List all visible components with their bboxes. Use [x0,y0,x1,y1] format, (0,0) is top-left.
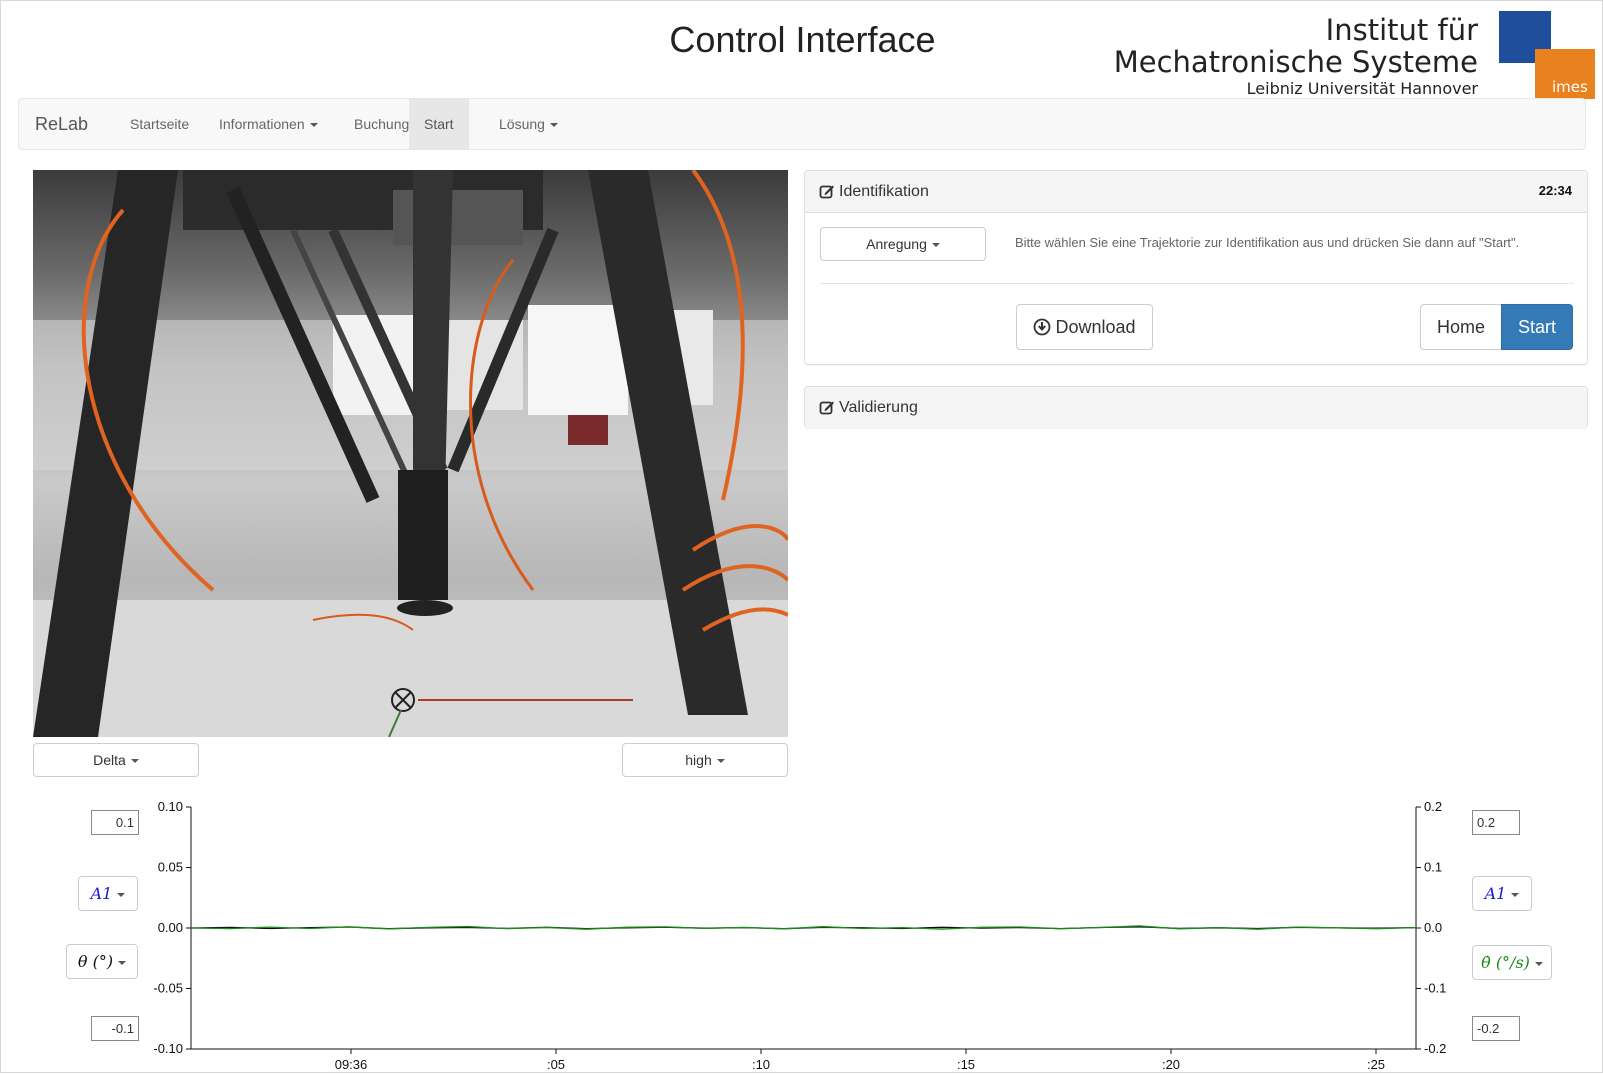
download-circle-icon [1034,318,1051,336]
left-joint-label: A1 [90,884,113,903]
navbar: ReLab Startseite Informationen Buchung S… [18,98,1586,150]
robot-select-dropdown[interactable]: Delta [33,743,199,777]
identification-panel: Identifikation 22:34 Anregung Bitte wähl… [804,170,1588,365]
logo-line-2: Mechatronische Systeme [1113,45,1478,79]
x-tick-label: :15 [957,1057,975,1072]
caret-down-icon [1534,961,1543,966]
home-button[interactable]: Home [1420,304,1502,350]
identification-panel-title: Identifikation [839,183,929,200]
excitation-select-dropdown[interactable]: Anregung [820,227,986,261]
home-label: Home [1436,317,1485,337]
excitation-select-label: Anregung [866,236,927,252]
right-joint-label: A1 [1484,884,1507,903]
left-axis-max-input[interactable]: 0.1 [91,810,139,835]
left-axis-min-input[interactable]: -0.1 [91,1016,139,1041]
caret-down-icon [1511,892,1520,897]
edit-icon [819,185,834,199]
left-tick-label: 0.00 [158,920,183,935]
left-tick-label: 0.05 [158,860,183,875]
logo-line-1: Institut für [1325,13,1478,47]
quality-select-label: high [685,752,712,768]
caret-down-icon [117,892,126,897]
validation-panel-heading[interactable]: Validierung [805,387,1587,429]
left-joint-select[interactable]: A1 [78,876,138,911]
download-button[interactable]: Download [1016,304,1153,350]
nav-item-label: Startseite [130,116,190,132]
x-tick-label: :05 [547,1057,565,1072]
left-quantity-select[interactable]: θ (°) [66,944,138,979]
caret-down-icon [309,123,318,128]
camera-stream [33,170,788,737]
robot-select-label: Delta [93,752,126,768]
x-tick-label: :20 [1162,1057,1180,1072]
panel-divider [820,283,1574,284]
caret-down-icon [716,759,725,764]
right-quantity-select[interactable]: θ̇ (°/s) [1472,945,1552,980]
right-axis-max-input[interactable]: 0.2 [1472,810,1520,835]
validation-panel-title: Validierung [839,399,918,416]
x-tick-label: 09:36 [335,1057,368,1072]
camera-frame-image [33,170,788,737]
series-line-1 [190,925,1417,930]
nav-item-startseite[interactable]: Startseite [115,99,204,149]
caret-down-icon [931,243,940,248]
caret-down-icon [130,759,139,764]
right-tick-label: 0.1 [1424,860,1442,875]
nav-item-label: Lösung [499,116,545,132]
left-quantity-label: θ (°) [77,952,114,971]
start-button[interactable]: Start [1501,304,1573,350]
right-tick-label: -0.2 [1424,1041,1446,1056]
logo-badge: imes [1552,78,1588,96]
right-joint-select[interactable]: A1 [1472,876,1532,911]
realtime-plot: 0.10 0.05 0.00 -0.05 -0.10 0.2 0.1 0.0 -0.1 -0.2… [1,791,1603,1074]
realtime-plot-svg: 0.10 0.05 0.00 -0.05 -0.10 0.2 0.1 0.0 -0.1 -0.2… [153,799,1446,1072]
x-tick-label: :10 [752,1057,770,1072]
right-axis-min-input[interactable]: -0.2 [1472,1016,1520,1041]
left-tick-label: -0.05 [153,981,183,996]
right-quantity-label: θ̇ (°/s) [1481,953,1530,972]
quality-select-dropdown[interactable]: high [622,743,788,777]
download-label: Download [1055,317,1136,337]
nav-item-label: Buchung [354,116,410,132]
imes-logo: Institut für Mechatronische Systeme Leib… [1114,9,1596,99]
validation-panel: Validierung [804,386,1588,429]
session-timer: 22:34 [1538,183,1572,198]
logo-line-3: Leibniz Universität Hannover [1246,79,1478,98]
left-tick-label: 0.10 [158,799,183,814]
right-tick-label: 0.2 [1424,799,1442,814]
nav-item-label: Start [424,116,454,132]
right-tick-label: 0.0 [1424,920,1442,935]
nav-item-loesung[interactable]: Lösung [484,99,573,149]
nav-item-label: Informationen [219,116,305,132]
identification-panel-heading[interactable]: Identifikation 22:34 [805,171,1587,213]
nav-item-informationen[interactable]: Informationen [204,99,333,149]
x-tick-label: :25 [1367,1057,1385,1072]
navbar-brand[interactable]: ReLab [35,114,88,135]
caret-down-icon [118,960,127,965]
caret-down-icon [549,123,558,128]
left-tick-label: -0.10 [153,1041,183,1056]
edit-icon [819,401,834,415]
nav-item-start[interactable]: Start [409,99,469,149]
right-tick-label: -0.1 [1424,981,1446,996]
identification-instruction: Bitte wählen Sie eine Trajektorie zur Id… [1015,235,1520,250]
start-label: Start [1517,317,1556,337]
